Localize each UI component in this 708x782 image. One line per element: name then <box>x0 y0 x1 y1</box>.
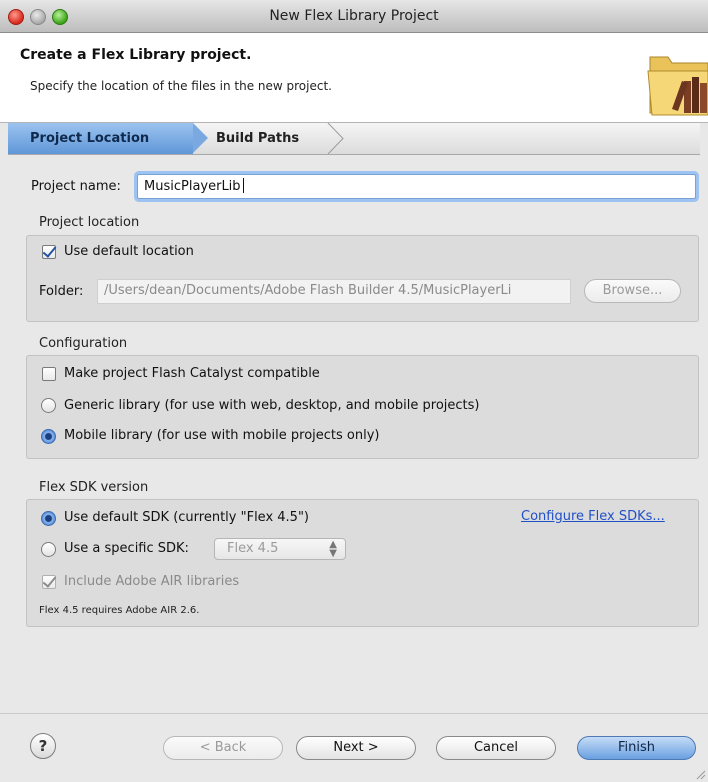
next-button[interactable]: Next > <box>296 736 416 760</box>
project-name-input[interactable]: MusicPlayerLib <box>137 174 696 199</box>
sdk-version-title: Flex SDK version <box>39 480 149 495</box>
page-subtitle: Specify the location of the files in the… <box>30 79 332 93</box>
dialog-window: New Flex Library Project Create a Flex L… <box>0 0 708 782</box>
use-default-location-label: Use default location <box>64 244 194 259</box>
folder-label: Folder: <box>39 284 84 299</box>
mobile-library-label: Mobile library (for use with mobile proj… <box>64 428 380 443</box>
include-air-checkbox[interactable] <box>42 575 56 589</box>
zoom-window-icon[interactable] <box>52 9 68 25</box>
browse-button[interactable]: Browse... <box>584 279 681 303</box>
configure-sdks-link[interactable]: Configure Flex SDKs... <box>521 509 665 524</box>
sdk-select-value: Flex 4.5 <box>227 541 279 556</box>
close-window-icon[interactable] <box>8 9 24 25</box>
include-air-label: Include Adobe AIR libraries <box>64 574 240 589</box>
folder-books-icon <box>647 56 708 116</box>
tab-arrow <box>193 123 208 153</box>
air-requirement-note: Flex 4.5 requires Adobe AIR 2.6. <box>39 605 200 616</box>
finish-button[interactable]: Finish <box>577 736 696 760</box>
generic-library-label: Generic library (for use with web, deskt… <box>64 398 480 413</box>
title-bar[interactable]: New Flex Library Project <box>0 0 708 33</box>
text-caret <box>242 178 244 193</box>
tab-label: Project Location <box>30 131 150 146</box>
project-name-label: Project name: <box>31 179 121 194</box>
page-title: Create a Flex Library project. <box>20 47 252 63</box>
specific-sdk-label: Use a specific SDK: <box>64 541 189 556</box>
cancel-button[interactable]: Cancel <box>436 736 556 760</box>
minimize-window-icon[interactable] <box>30 9 46 25</box>
resize-grip-icon[interactable] <box>694 768 706 780</box>
mobile-library-radio[interactable] <box>41 429 56 444</box>
tab-chevron-icon <box>327 123 344 154</box>
tab-build-paths[interactable]: Build Paths <box>216 123 299 154</box>
window-title: New Flex Library Project <box>269 8 439 24</box>
project-name-value: MusicPlayerLib <box>144 179 241 194</box>
back-button[interactable]: < Back <box>163 736 283 760</box>
wizard-header: Create a Flex Library project. Specify t… <box>0 33 708 123</box>
select-stepper-icon: ▲ ▼ <box>329 539 337 559</box>
default-sdk-radio[interactable] <box>41 511 56 526</box>
flash-catalyst-label: Make project Flash Catalyst compatible <box>64 366 320 381</box>
generic-library-radio[interactable] <box>41 398 56 413</box>
tab-label: Build Paths <box>216 131 300 146</box>
folder-path-input[interactable]: /Users/dean/Documents/Adobe Flash Builde… <box>97 279 571 304</box>
wizard-tabs: Project Location Build Paths <box>8 123 700 155</box>
project-location-title: Project location <box>39 215 140 230</box>
sdk-select[interactable]: Flex 4.5 ▲ ▼ <box>214 538 346 560</box>
tab-project-location[interactable]: Project Location <box>8 123 208 154</box>
specific-sdk-radio[interactable] <box>41 542 56 557</box>
footer-divider <box>0 713 708 714</box>
flash-catalyst-checkbox[interactable] <box>42 367 56 381</box>
use-default-location-checkbox[interactable] <box>42 245 56 259</box>
default-sdk-label: Use default SDK (currently "Flex 4.5") <box>64 510 310 525</box>
help-button[interactable]: ? <box>30 733 56 759</box>
configuration-title: Configuration <box>39 336 128 351</box>
